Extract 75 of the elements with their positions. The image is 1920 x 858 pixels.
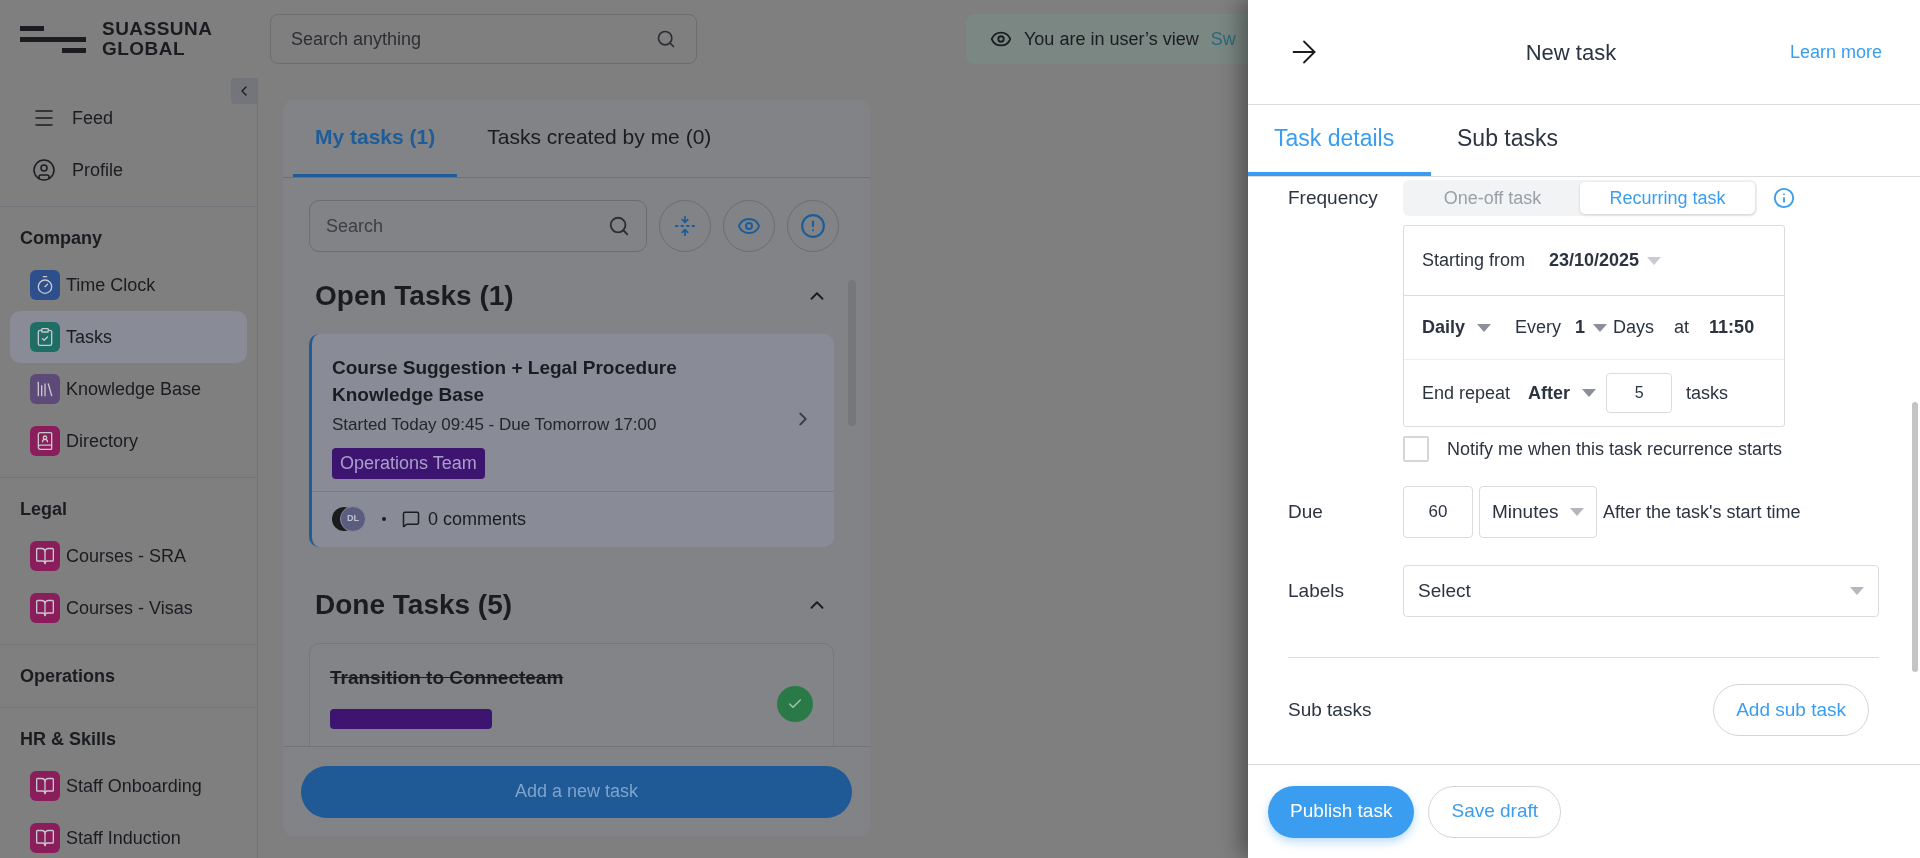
info-icon[interactable]	[1773, 187, 1795, 209]
labels-dropdown[interactable]: Select	[1403, 565, 1879, 617]
caret-icon	[1593, 323, 1608, 332]
end-mode-dropdown[interactable]: After	[1528, 379, 1597, 407]
date-dropdown[interactable]: 23/10/2025	[1549, 247, 1662, 274]
section-title: Company	[19, 226, 103, 250]
user-icon	[32, 158, 56, 182]
collapse-icon	[674, 215, 696, 237]
field-label: Days	[1613, 316, 1655, 339]
field-label: Labels	[1288, 578, 1345, 603]
caret-icon	[1570, 508, 1584, 516]
section-title: Operations	[19, 664, 117, 688]
unit-dropdown[interactable]: Minutes	[1479, 486, 1597, 538]
avatar: DL	[340, 506, 366, 532]
task-schedule: Started Today 09:45 - Due Tomorrow 17:00	[332, 414, 658, 436]
section-title: HR & Skills	[19, 727, 118, 751]
field-label: Due	[1288, 499, 1324, 524]
sidebar-item[interactable]: Staff Induction	[10, 812, 247, 858]
sidebar-item[interactable]: Tasks	[10, 311, 247, 363]
search-icon	[608, 215, 630, 237]
caret-icon	[1582, 389, 1597, 397]
publish-button[interactable]: Publish task	[1268, 785, 1415, 838]
field-label: Starting from	[1422, 249, 1526, 272]
caret-icon	[1477, 323, 1492, 332]
search-icon	[656, 29, 676, 49]
section-title: Legal	[19, 497, 68, 521]
comment-icon	[402, 510, 420, 528]
group-heading: Open Tasks (1)	[315, 279, 514, 313]
sidebar-item[interactable]: Profile	[0, 144, 257, 196]
search-field[interactable]: Search	[309, 200, 647, 252]
checkbox-label: Notify me when this task recurrence starts	[1447, 437, 1783, 461]
period-dropdown[interactable]: Daily	[1422, 314, 1492, 341]
field-label: Every	[1515, 316, 1562, 339]
count-field[interactable]: 5	[1606, 373, 1673, 413]
field-label: Frequency	[1288, 185, 1379, 210]
sidebar-item[interactable]: Courses - SRA	[10, 530, 247, 582]
drawer-title: New task	[1524, 38, 1618, 67]
task-title: Course Suggestion + Legal Procedure Knowledge Base	[332, 356, 678, 407]
learn-more-link[interactable]: Learn more	[1789, 38, 1882, 66]
field-label: tasks	[1686, 381, 1729, 405]
sidebar-item[interactable]: Time Clock	[10, 259, 247, 311]
caret-icon	[1850, 587, 1864, 595]
due-value-field[interactable]: 60	[1403, 486, 1473, 538]
tab[interactable]: Task details	[1248, 105, 1431, 176]
team-tag: Operations Team	[332, 447, 485, 479]
caret-icon	[1647, 256, 1662, 265]
sidebar-item[interactable]: Directory	[10, 415, 247, 467]
sidebar-item[interactable]: Courses - Visas	[10, 582, 247, 634]
logo-text: SUASSUNA	[102, 19, 213, 39]
interval-dropdown[interactable]: 1	[1575, 314, 1608, 341]
field-label: Sub tasks	[1288, 697, 1372, 722]
sidebar-item[interactable]: Feed	[0, 92, 257, 144]
alert-icon	[800, 213, 826, 239]
task-title: Transition to Connecteam	[330, 665, 565, 690]
comment-count: 0 comments	[428, 507, 527, 531]
logo-text: GLOBAL	[102, 39, 187, 59]
sidebar-item[interactable]: Staff Onboarding	[10, 760, 247, 812]
time-value[interactable]: 11:50	[1709, 314, 1755, 341]
task-card[interactable]: Transition to Connecteam	[309, 642, 834, 746]
field-label: End repeat	[1422, 381, 1511, 405]
group-heading: Done Tasks (5)	[315, 587, 513, 622]
sidebar-item[interactable]: Knowledge Base	[10, 363, 247, 415]
frequency-option[interactable]: Recurring task	[1580, 182, 1755, 214]
done-check-icon	[777, 685, 813, 722]
due-hint: After the task's start time	[1603, 500, 1801, 524]
collapse-button[interactable]	[231, 78, 257, 104]
frequency-option[interactable]: One-off task	[1405, 182, 1580, 214]
add-task-button[interactable]: Add a new task	[301, 765, 852, 818]
checkbox[interactable]	[1403, 436, 1429, 462]
tab[interactable]: Tasks created by me (0)	[465, 100, 734, 177]
search-field[interactable]: Search anything	[270, 14, 697, 64]
view-notice-text: You are in user’s view	[1024, 27, 1199, 51]
task-card[interactable]: Course Suggestion + Legal Procedure Knowledge Base Started Today 09:45 - Due Tomorrow 17:00 Operations Team DL 0 comments	[309, 334, 834, 547]
field-label: at	[1674, 316, 1690, 339]
tab[interactable]: Sub tasks	[1431, 105, 1584, 176]
